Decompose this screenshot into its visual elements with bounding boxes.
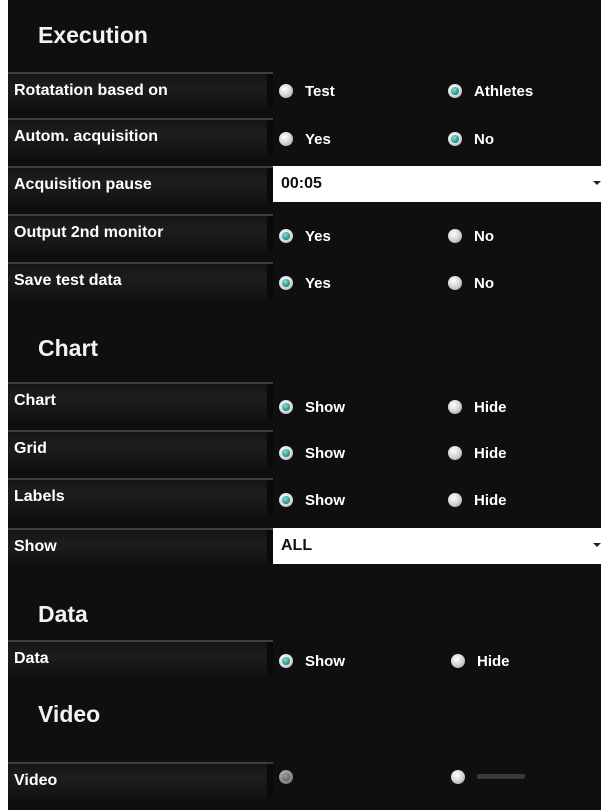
chevron-down-icon[interactable] xyxy=(593,543,601,547)
labels-hide-label: Hide xyxy=(474,491,507,509)
output-2nd-monitor-yes-label: Yes xyxy=(305,227,331,245)
video-label: Video xyxy=(8,762,273,798)
radio-selected-icon[interactable] xyxy=(448,132,462,146)
chart-show-label: Show xyxy=(305,398,345,416)
output-2nd-monitor-yes-radio[interactable]: Yes xyxy=(279,224,331,248)
section-heading-data: Data xyxy=(38,601,88,627)
acquisition-pause-value: 00:05 xyxy=(281,175,322,192)
grid-hide-label: Hide xyxy=(474,444,507,462)
rotation-test-radio[interactable]: Test xyxy=(279,79,335,103)
video-slider-track[interactable] xyxy=(477,774,525,779)
labels-label: Labels xyxy=(8,478,273,514)
radio-unselected-icon[interactable] xyxy=(448,400,462,414)
rotation-athletes-label: Athletes xyxy=(474,82,534,100)
output-2nd-monitor-label: Output 2nd monitor xyxy=(8,214,273,250)
save-test-data-label: Save test data xyxy=(8,262,273,298)
radio-unselected-icon[interactable] xyxy=(448,446,462,460)
show-dropdown[interactable]: ALL xyxy=(273,528,601,564)
radio-unselected-icon[interactable] xyxy=(448,276,462,290)
radio-selected-icon[interactable] xyxy=(279,446,293,460)
section-heading-execution: Execution xyxy=(38,22,148,48)
acquisition-pause-label: Acquisition pause xyxy=(8,166,273,202)
labels-hide-radio[interactable]: Hide xyxy=(448,488,507,512)
radio-unselected-icon[interactable] xyxy=(279,132,293,146)
autom-acquisition-yes-radio[interactable]: Yes xyxy=(279,127,331,151)
settings-panel: Execution Rotatation based on Test Athle… xyxy=(8,0,601,810)
rotation-based-on-label: Rotatation based on xyxy=(8,72,273,108)
section-heading-video: Video xyxy=(38,701,101,727)
output-2nd-monitor-no-radio[interactable]: No xyxy=(448,224,494,248)
save-test-data-no-label: No xyxy=(474,274,494,292)
chart-show-radio[interactable]: Show xyxy=(279,395,345,419)
show-value: ALL xyxy=(281,537,313,554)
acquisition-pause-dropdown[interactable]: 00:05 xyxy=(273,166,601,202)
save-test-data-yes-label: Yes xyxy=(305,274,331,292)
video-option-2-radio[interactable] xyxy=(451,765,477,789)
chart-label: Chart xyxy=(8,382,273,418)
data-hide-radio[interactable]: Hide xyxy=(451,649,510,673)
autom-acquisition-label: Autom. acquisition xyxy=(8,118,273,154)
chevron-down-icon[interactable] xyxy=(593,181,601,185)
video-option-1-radio[interactable] xyxy=(279,765,305,789)
radio-selected-icon[interactable] xyxy=(279,654,293,668)
chart-hide-label: Hide xyxy=(474,398,507,416)
radio-selected-icon[interactable] xyxy=(279,400,293,414)
data-label: Data xyxy=(8,640,273,676)
radio-unselected-icon[interactable] xyxy=(279,84,293,98)
radio-selected-icon[interactable] xyxy=(279,493,293,507)
radio-selected-icon[interactable] xyxy=(279,229,293,243)
output-2nd-monitor-no-label: No xyxy=(474,227,494,245)
data-show-radio[interactable]: Show xyxy=(279,649,345,673)
grid-label: Grid xyxy=(8,430,273,466)
save-test-data-no-radio[interactable]: No xyxy=(448,271,494,295)
radio-selected-icon[interactable] xyxy=(279,770,293,784)
radio-unselected-icon[interactable] xyxy=(451,770,465,784)
radio-unselected-icon[interactable] xyxy=(451,654,465,668)
labels-show-radio[interactable]: Show xyxy=(279,488,345,512)
rotation-athletes-radio[interactable]: Athletes xyxy=(448,79,533,103)
autom-acquisition-yes-label: Yes xyxy=(305,130,331,148)
data-hide-label: Hide xyxy=(477,652,510,670)
show-label: Show xyxy=(8,528,273,564)
radio-selected-icon[interactable] xyxy=(448,84,462,98)
grid-hide-radio[interactable]: Hide xyxy=(448,441,507,465)
grid-show-radio[interactable]: Show xyxy=(279,441,345,465)
section-heading-chart: Chart xyxy=(38,335,99,361)
data-show-label: Show xyxy=(305,652,345,670)
autom-acquisition-no-radio[interactable]: No xyxy=(448,127,494,151)
radio-selected-icon[interactable] xyxy=(279,276,293,290)
labels-show-label: Show xyxy=(305,491,345,509)
radio-unselected-icon[interactable] xyxy=(448,493,462,507)
chart-hide-radio[interactable]: Hide xyxy=(448,395,507,419)
autom-acquisition-no-label: No xyxy=(474,130,494,148)
radio-unselected-icon[interactable] xyxy=(448,229,462,243)
rotation-test-label: Test xyxy=(305,82,335,100)
save-test-data-yes-radio[interactable]: Yes xyxy=(279,271,331,295)
grid-show-label: Show xyxy=(305,444,345,462)
